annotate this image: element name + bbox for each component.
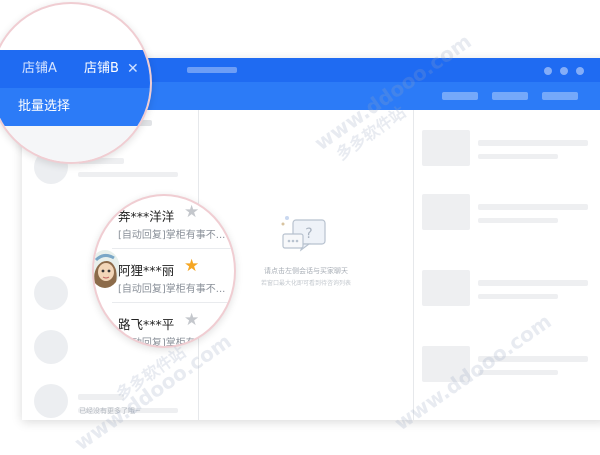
avatar (34, 330, 68, 364)
info-card-image (422, 270, 470, 306)
star-icon[interactable]: ★ (184, 202, 199, 222)
info-line (478, 356, 588, 362)
chat-bubbles-icon: ? (281, 216, 326, 252)
info-line (478, 370, 558, 375)
toolbar-action-3[interactable] (542, 92, 578, 100)
toolbar-action-2[interactable] (492, 92, 528, 100)
list-item[interactable]: 阿狸***丽 ★ [自动回复]掌柜有事不... (94, 256, 234, 304)
toolbar-action-1[interactable] (442, 92, 478, 100)
info-card-image (422, 130, 470, 166)
close-window-icon[interactable] (576, 67, 584, 75)
info-line (478, 294, 558, 299)
divider (112, 248, 234, 249)
list-item[interactable]: 路飞***平 ★ [自动回复]掌柜有事不... (94, 310, 234, 348)
star-icon[interactable]: ★ (184, 310, 199, 330)
contact-last-message: [自动回复]掌柜有事不... (118, 284, 226, 295)
tab-store-b[interactable]: 店铺B (84, 50, 119, 88)
svg-text:?: ? (305, 226, 312, 242)
info-line (478, 204, 588, 210)
info-line (478, 218, 558, 223)
info-line (478, 140, 588, 146)
list-item (78, 394, 124, 400)
list-item[interactable]: 奔***洋洋 ★ [自动回复]掌柜有事不... (94, 202, 234, 250)
contact-last-message: [自动回复]掌柜有事不... (118, 230, 226, 241)
list-item (78, 172, 178, 177)
contact-last-message: [自动回复]掌柜有事不... (118, 338, 226, 348)
contact-name: 路飞***平 (118, 317, 175, 332)
star-icon[interactable]: ★ (184, 256, 199, 276)
contacts-magnifier: 奔***洋洋 ★ [自动回复]掌柜有事不... 阿狸***丽 ★ [自动回复]掌… (92, 194, 236, 348)
info-line (478, 280, 588, 286)
title-placeholder (187, 67, 237, 73)
info-card-image (422, 346, 470, 382)
info-card-image (422, 194, 470, 230)
batch-select-button[interactable]: 批量选择 (18, 88, 70, 126)
minimize-icon[interactable] (544, 67, 552, 75)
close-icon[interactable]: ✕ (127, 50, 139, 88)
zoomed-list-header (0, 126, 150, 162)
customer-info-panel (414, 110, 600, 420)
tab-store-a[interactable]: 店铺A (22, 50, 57, 88)
maximize-icon[interactable] (560, 67, 568, 75)
contact-name: 奔***洋洋 (118, 209, 175, 224)
info-line (478, 154, 558, 159)
divider (112, 302, 234, 303)
no-more-text: 已经没有更多了哦~ (79, 407, 141, 415)
avatar (34, 276, 68, 310)
contact-name: 阿狸***丽 (118, 263, 175, 278)
tabs-magnifier: 店铺A 店铺B ✕ 批量选择 (0, 2, 152, 164)
